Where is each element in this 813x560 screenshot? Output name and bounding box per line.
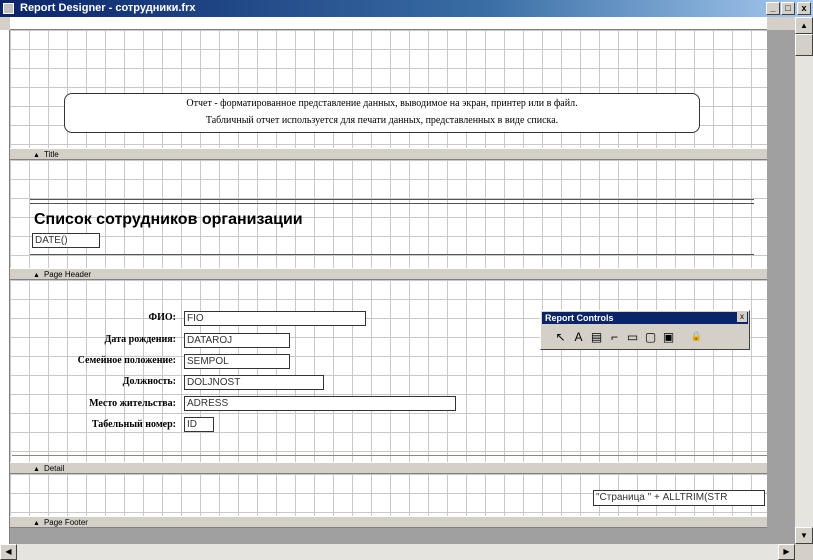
birthdate-label[interactable]: Дата рождения: <box>6 334 176 345</box>
position-label[interactable]: Должность: <box>6 376 176 387</box>
address-field[interactable]: ADRESS <box>184 396 456 411</box>
employee-id-field[interactable]: ID <box>184 417 214 432</box>
pointer-tool-icon[interactable]: ↖ <box>553 328 568 345</box>
minimize-button[interactable]: _ <box>766 2 780 15</box>
marital-status-field[interactable]: SEMPOL <box>184 354 290 369</box>
vertical-scrollbar[interactable]: ▲ ▼ <box>795 17 813 544</box>
scroll-up-arrow-icon[interactable]: ▲ <box>795 17 813 34</box>
below-report-area <box>10 528 767 544</box>
horizontal-ruler <box>10 17 767 30</box>
scroll-right-arrow-icon[interactable]: ▶ <box>778 544 795 560</box>
window-title: Report Designer - сотрудники.frx <box>20 2 196 14</box>
palette-close-button[interactable]: x <box>737 312 747 322</box>
field-tool-icon[interactable]: ▤ <box>589 328 604 345</box>
description-line-1: Отчет - форматированное представление да… <box>186 98 578 109</box>
detail-bottom-line[interactable] <box>12 455 767 456</box>
date-field[interactable]: DATE() <box>32 233 100 248</box>
lock-tool-icon[interactable]: 🔒 <box>689 328 704 345</box>
line-tool-icon[interactable]: ⌐ <box>607 328 622 345</box>
header-bottom-line[interactable] <box>30 254 754 255</box>
canvas-margin <box>767 30 795 544</box>
detail-band-area[interactable] <box>10 280 767 462</box>
vertical-ruler <box>0 30 10 544</box>
page-footer-band-bar[interactable]: ▲ Page Footer <box>10 516 767 528</box>
header-double-line-bottom[interactable] <box>30 203 754 204</box>
detail-band-label: Detail <box>43 464 65 473</box>
description-line-2: Табличный отчет используется для печати … <box>205 115 559 126</box>
window-titlebar[interactable]: Report Designer - сотрудники.frx _ □ x <box>0 0 813 17</box>
description-rounded-rectangle[interactable]: Отчет - форматированное представление да… <box>64 93 700 133</box>
rectangle-tool-icon[interactable]: ▭ <box>625 328 640 345</box>
detail-band-bar[interactable]: ▲ Detail <box>10 462 767 474</box>
tool-buttons: ↖ A ▤ ⌐ ▭ ▢ ▣ 🔒 <box>553 328 704 346</box>
page-number-field[interactable]: "Страница " + ALLTRIM(STR <box>593 490 765 506</box>
close-button[interactable]: x <box>797 2 811 15</box>
scroll-left-arrow-icon[interactable]: ◀ <box>0 544 17 560</box>
app-icon <box>3 3 14 14</box>
title-band-bar[interactable]: ▲ Title <box>10 148 767 160</box>
report-heading-label[interactable]: Список сотрудников организации <box>34 211 303 229</box>
birthdate-field[interactable]: DATAROJ <box>184 333 290 348</box>
header-double-line-top[interactable] <box>30 199 754 200</box>
marital-status-label[interactable]: Семейное положение: <box>6 355 176 366</box>
address-label[interactable]: Место жительства: <box>6 398 176 409</box>
report-controls-title[interactable]: Report Controls <box>542 312 748 324</box>
restore-button[interactable]: □ <box>781 2 795 15</box>
fio-field[interactable]: FIO <box>184 311 366 326</box>
picture-tool-icon[interactable]: ▣ <box>661 328 676 345</box>
title-band-label: Title <box>43 150 59 159</box>
label-tool-icon[interactable]: A <box>571 328 586 345</box>
scroll-down-arrow-icon[interactable]: ▼ <box>795 527 813 544</box>
position-field[interactable]: DOLJNOST <box>184 375 324 390</box>
rounded-rectangle-tool-icon[interactable]: ▢ <box>643 328 658 345</box>
report-controls-toolbar[interactable]: Report Controls x ↖ A ▤ ⌐ ▭ ▢ ▣ 🔒 <box>540 310 750 350</box>
page-header-band-label: Page Header <box>43 270 92 279</box>
page-footer-band-label: Page Footer <box>43 518 88 527</box>
page-header-band-bar[interactable]: ▲ Page Header <box>10 268 767 280</box>
ruler-corner <box>0 17 10 30</box>
employee-id-label[interactable]: Табельный номер: <box>6 419 176 430</box>
report-designer-window: Report Designer - сотрудники.frx _ □ x О… <box>0 0 813 560</box>
horizontal-scrollbar[interactable]: ◀ ▶ <box>0 544 795 560</box>
fio-label[interactable]: ФИО: <box>6 312 176 323</box>
vertical-scroll-thumb[interactable] <box>795 34 813 56</box>
